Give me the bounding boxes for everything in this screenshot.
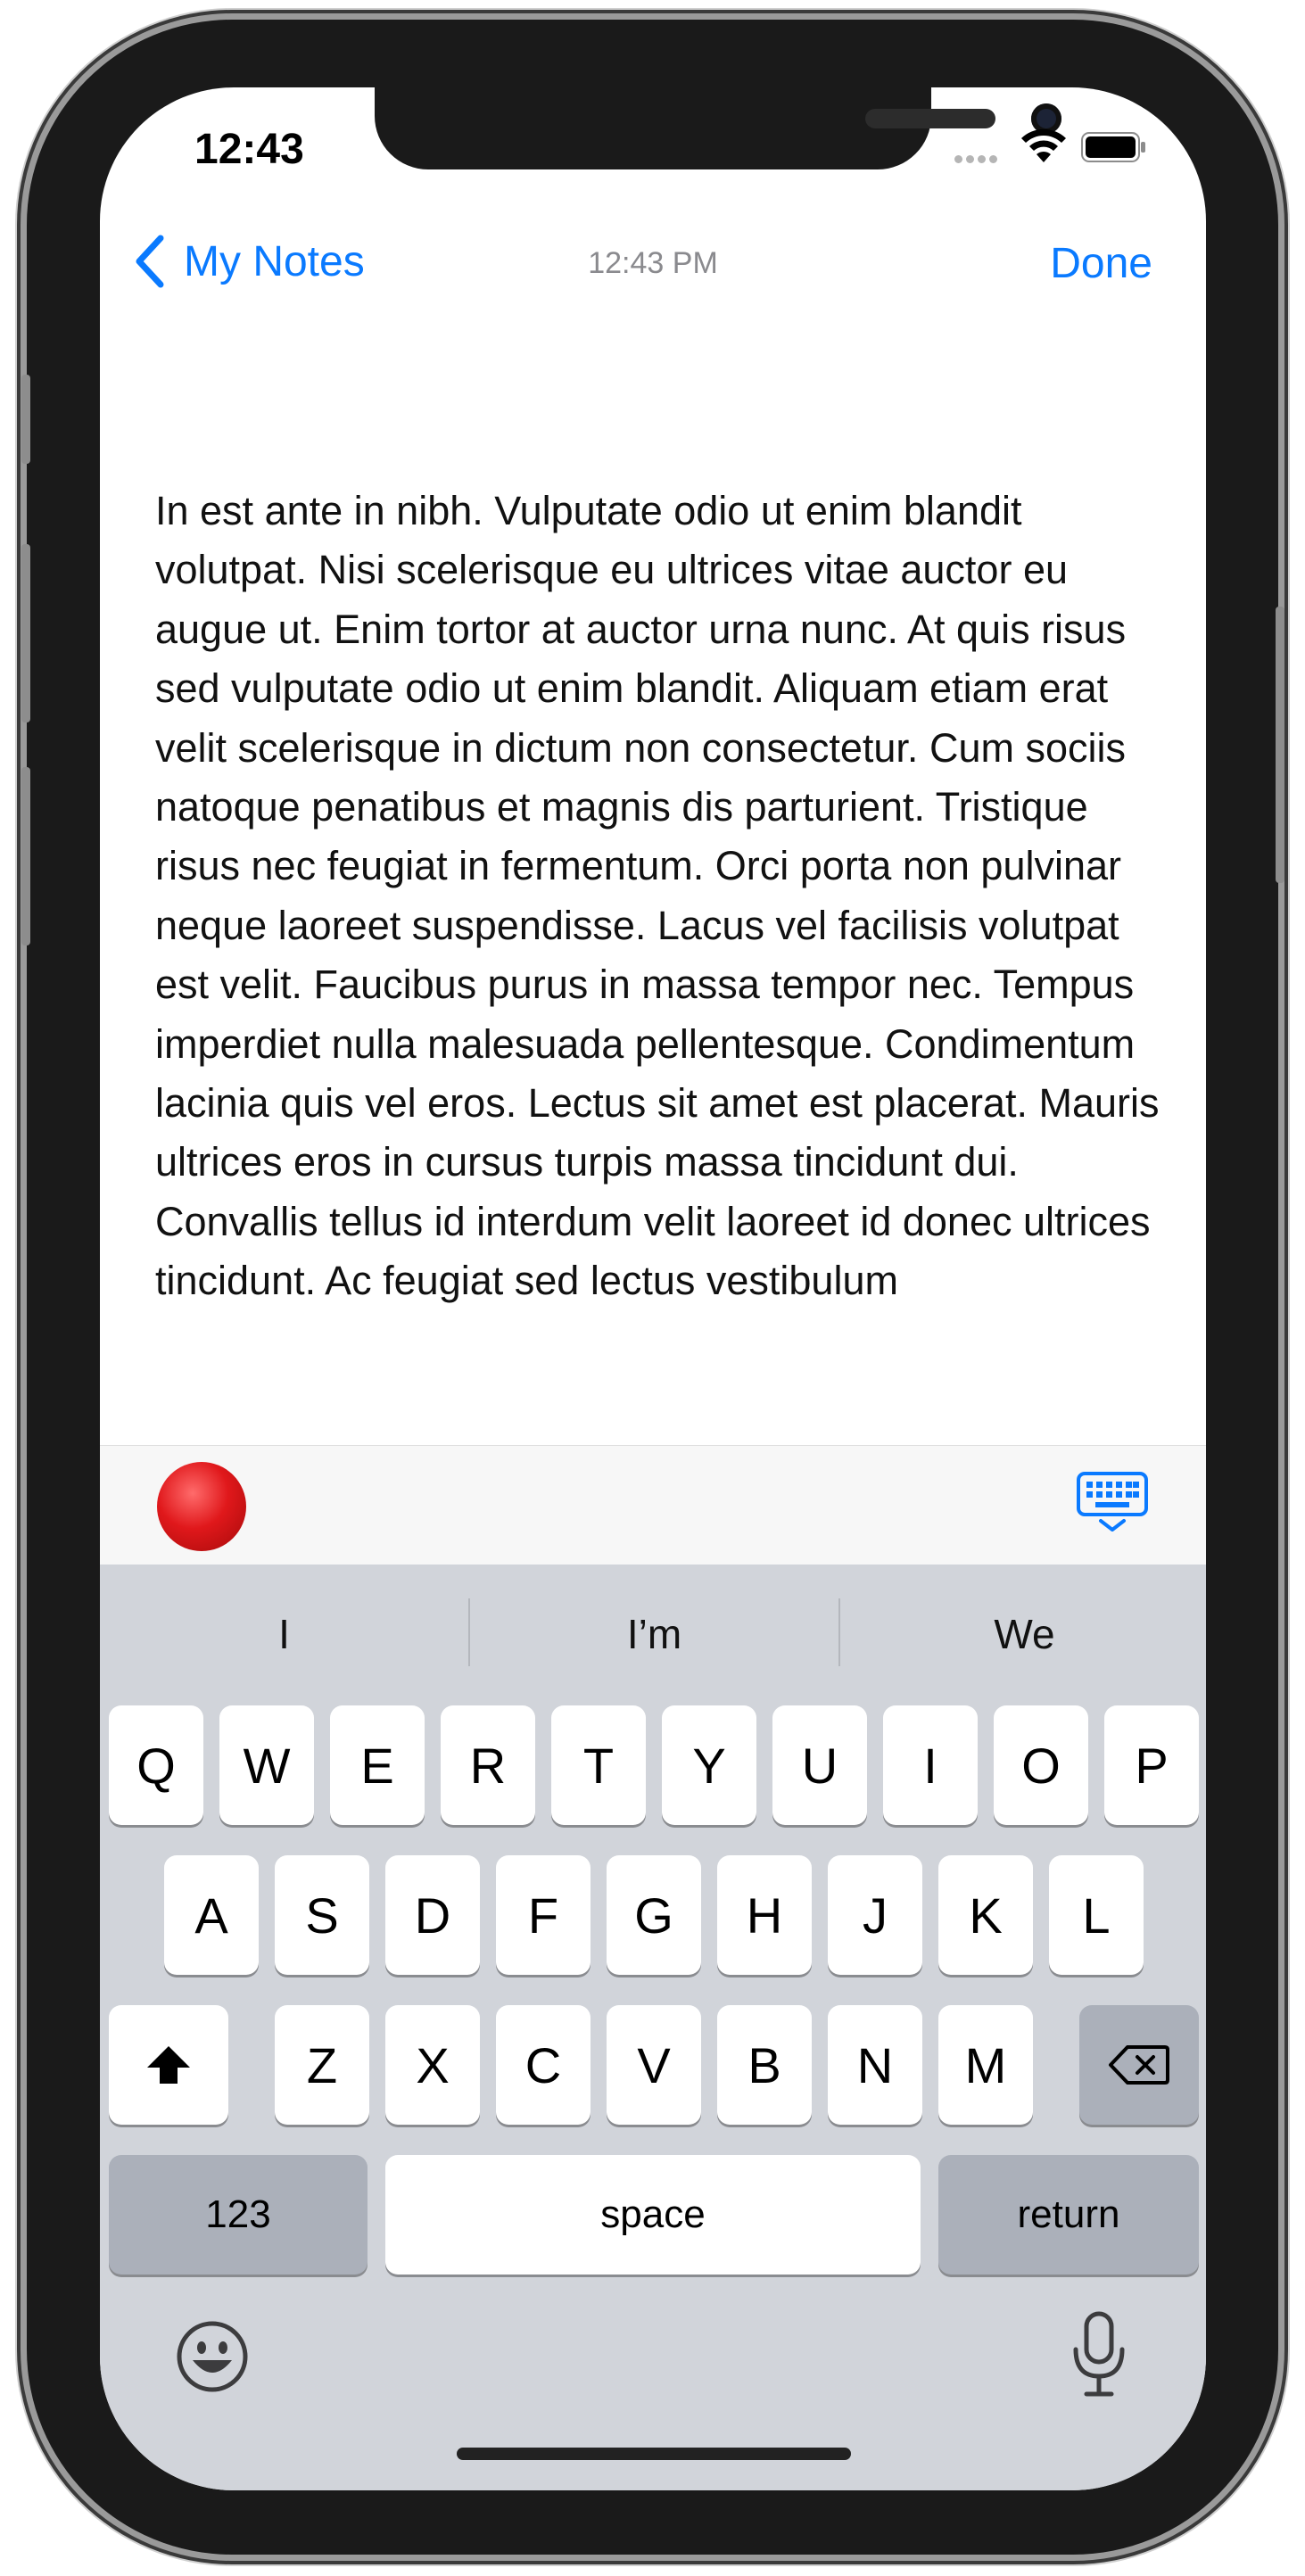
delete-icon: [1109, 2045, 1169, 2085]
key-m[interactable]: M: [938, 2005, 1033, 2125]
key-s[interactable]: S: [275, 1855, 369, 1975]
key-p[interactable]: P: [1104, 1705, 1199, 1825]
record-icon[interactable]: [157, 1462, 246, 1551]
key-e[interactable]: E: [330, 1705, 425, 1825]
key-c[interactable]: C: [496, 2005, 591, 2125]
key-t[interactable]: T: [551, 1705, 646, 1825]
wifi-icon: [1021, 128, 1066, 162]
key-w[interactable]: W: [219, 1705, 314, 1825]
done-button[interactable]: Done: [1050, 239, 1152, 288]
key-b[interactable]: B: [717, 2005, 812, 2125]
microphone-icon[interactable]: [1069, 2310, 1129, 2399]
silent-switch: [21, 375, 30, 464]
delete-key[interactable]: [1079, 2005, 1199, 2125]
key-d[interactable]: D: [385, 1855, 480, 1975]
key-n[interactable]: N: [828, 2005, 922, 2125]
side-button: [1276, 607, 1284, 883]
suggestion-3[interactable]: We: [840, 1565, 1206, 1704]
keyboard: I I’m We Q W E R T Y U I O P A S D F G H…: [100, 1565, 1206, 2490]
speaker: [865, 109, 995, 128]
suggestion-1[interactable]: I: [100, 1565, 468, 1704]
key-l[interactable]: L: [1049, 1855, 1144, 1975]
return-key[interactable]: return: [938, 2155, 1199, 2275]
emoji-icon[interactable]: [175, 2319, 250, 2394]
shift-key[interactable]: [109, 2005, 228, 2125]
key-o[interactable]: O: [994, 1705, 1088, 1825]
note-timestamp: 12:43 PM: [588, 246, 718, 280]
key-k[interactable]: K: [938, 1855, 1033, 1975]
volume-up-button: [21, 544, 30, 722]
key-h[interactable]: H: [717, 1855, 812, 1975]
key-u[interactable]: U: [772, 1705, 867, 1825]
space-key[interactable]: space: [385, 2155, 921, 2275]
home-indicator[interactable]: [457, 2448, 851, 2460]
key-z[interactable]: Z: [275, 2005, 369, 2125]
screen: 12:43 My Notes 12:43 PM Done In est ante…: [100, 87, 1206, 2490]
key-f[interactable]: F: [496, 1855, 591, 1975]
status-time: 12:43: [194, 126, 304, 173]
key-a[interactable]: A: [164, 1855, 259, 1975]
keyboard-dismiss-icon[interactable]: [1076, 1471, 1149, 1533]
key-y[interactable]: Y: [662, 1705, 756, 1825]
key-g[interactable]: G: [607, 1855, 701, 1975]
numbers-key[interactable]: 123: [109, 2155, 368, 2275]
accessory-toolbar: [100, 1445, 1206, 1565]
key-v[interactable]: V: [607, 2005, 701, 2125]
notch: [375, 87, 1061, 169]
key-i[interactable]: I: [883, 1705, 978, 1825]
suggestion-2[interactable]: I’m: [470, 1565, 838, 1704]
key-q[interactable]: Q: [109, 1705, 203, 1825]
shift-icon: [147, 2046, 190, 2084]
volume-down-button: [21, 767, 30, 945]
battery-icon: [1081, 132, 1145, 162]
key-r[interactable]: R: [441, 1705, 535, 1825]
cellular-signal-icon: [954, 152, 1001, 168]
note-body[interactable]: In est ante in nibh. Vulputate odio ut e…: [155, 482, 1163, 1552]
key-j[interactable]: J: [828, 1855, 922, 1975]
key-x[interactable]: X: [385, 2005, 480, 2125]
